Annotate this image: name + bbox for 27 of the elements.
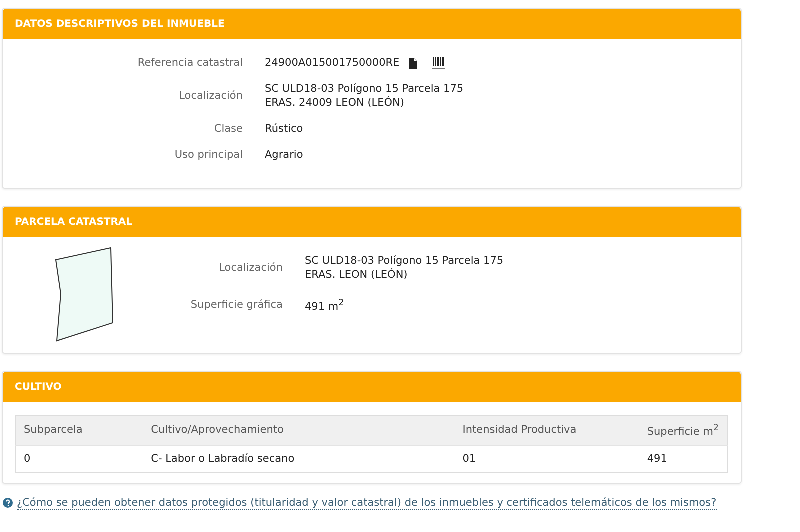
column-header: Subparcela <box>16 416 144 445</box>
help-link[interactable]: ¿Cómo se pueden obtener datos protegidos (titularidad y valor catastral) de los inmuebles y certificados telemáticos de los mismos? <box>17 496 717 510</box>
table-cell: 01 <box>454 445 640 472</box>
field-label: Localización <box>178 90 243 102</box>
table-cell: 0 <box>16 445 144 472</box>
field-value: 491 m$^{2}$ <box>305 297 344 314</box>
table-cell: 491 <box>639 445 728 472</box>
column-header: Cultivo/Aprovechamiento <box>143 416 455 445</box>
field-value: Agrario <box>265 148 304 162</box>
table-cell: C- Labor o Labradío secano <box>143 445 455 472</box>
field-label: Localización <box>218 262 283 274</box>
field-value: Rústico <box>265 122 304 136</box>
column-header: Superficie m$^{2}$ <box>639 416 728 445</box>
barcode-icon[interactable] <box>432 57 446 69</box>
copy-icon[interactable] <box>408 58 418 68</box>
column-header: Intensidad Productiva <box>454 416 640 445</box>
field-value: SC ULD18-03 Polígono 15 Parcela 175 ERAS. 24009 LEON (LEÓN) <box>265 82 464 110</box>
panel-title: CULTIVO <box>3 372 741 402</box>
field-value: SC ULD18-03 Polígono 15 Parcela 175 ERAS. LEON (LEÓN) <box>305 254 504 282</box>
help-icon <box>3 498 13 508</box>
field-label: Uso principal <box>174 149 243 161</box>
field-value: 24900A015001750000RE <box>265 56 400 70</box>
panel-title: PARCELA CATASTRAL <box>3 207 741 237</box>
field-label: Referencia catastral <box>136 57 243 69</box>
field-label: Superficie gráfica <box>190 298 283 311</box>
panel-title: DATOS DESCRIPTIVOS DEL INMUEBLE <box>3 9 741 39</box>
field-label: Clase <box>213 123 243 135</box>
